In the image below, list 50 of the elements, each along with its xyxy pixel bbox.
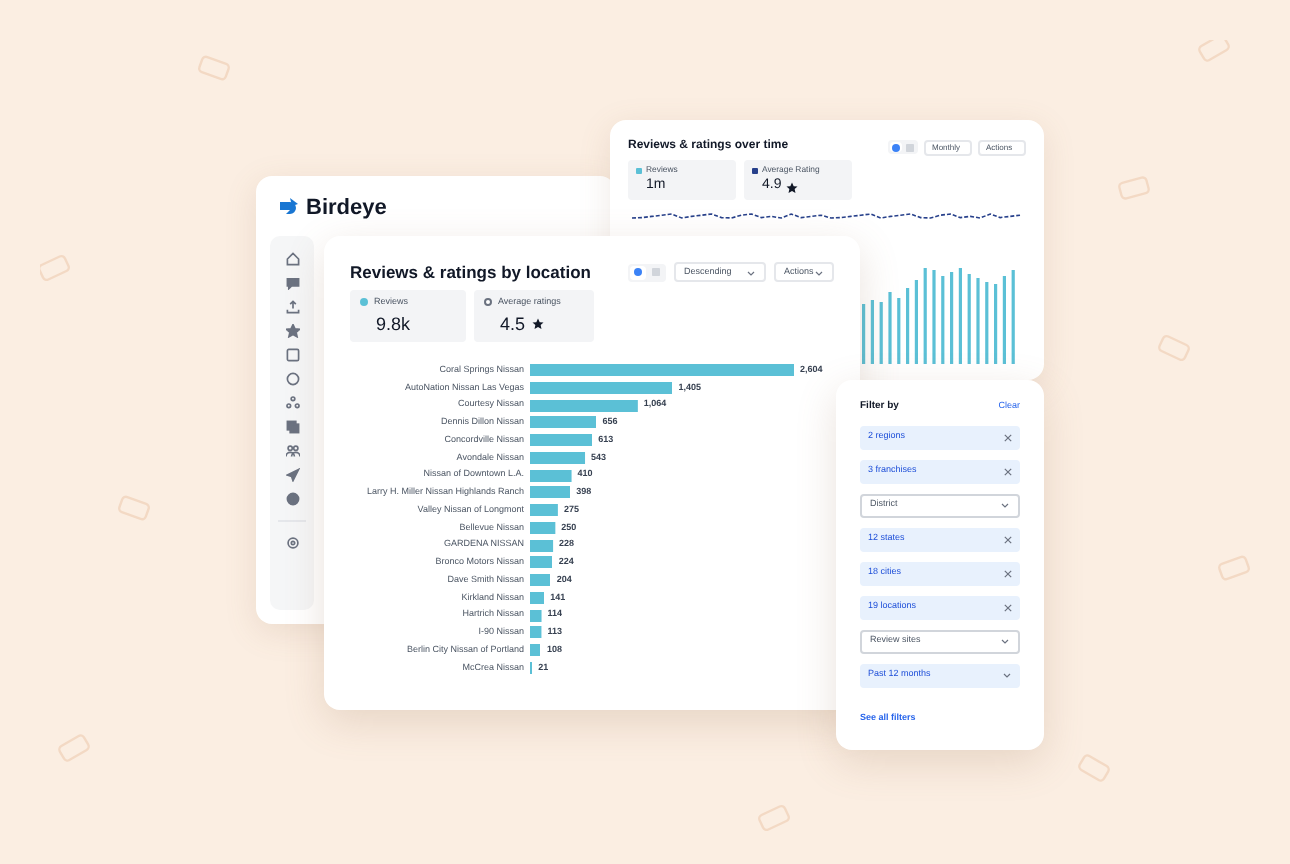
bar [530, 469, 572, 482]
pages-icon[interactable] [285, 420, 299, 434]
chat-bubble-icon[interactable] [285, 276, 299, 290]
close-icon [1004, 569, 1012, 577]
bar [530, 451, 586, 464]
circle-icon[interactable] [285, 372, 299, 386]
bar [530, 521, 556, 534]
bar [530, 626, 542, 639]
chevron-down-icon [1000, 636, 1010, 646]
bar [530, 644, 541, 657]
bar [530, 591, 545, 604]
bar [530, 434, 593, 447]
close-icon [1004, 433, 1012, 441]
bar [530, 486, 571, 499]
close-icon [1004, 467, 1012, 475]
square-icon[interactable] [285, 348, 299, 362]
chart-title: Reviews & ratings by location [350, 260, 591, 286]
dot-icon [892, 143, 900, 151]
bar [530, 381, 673, 394]
close-icon [1004, 603, 1012, 611]
bar [530, 574, 551, 587]
home-icon[interactable] [285, 252, 299, 266]
people-icon[interactable] [285, 444, 299, 458]
settings-icon[interactable] [285, 536, 299, 550]
bar [530, 556, 553, 569]
bar [530, 609, 542, 622]
upload-icon[interactable] [285, 300, 299, 314]
chart-view-button[interactable] [890, 142, 902, 152]
chart-view-button[interactable] [630, 265, 646, 280]
bird-logo-icon [280, 198, 300, 219]
bar [530, 416, 597, 429]
star-icon[interactable] [285, 324, 299, 338]
radio-button[interactable] [484, 298, 492, 307]
radio-button[interactable] [360, 298, 368, 307]
chevron-down-icon [1000, 500, 1010, 510]
stat-value: 4.5 [500, 311, 526, 337]
grid-icon [652, 268, 660, 277]
dot-icon [634, 268, 642, 277]
bar [530, 504, 558, 517]
grid-icon [906, 143, 914, 151]
brand-name: Birdeye [306, 194, 387, 224]
chevron-down-icon [746, 267, 756, 278]
send-icon[interactable] [285, 468, 299, 482]
nodes-icon[interactable] [285, 396, 299, 410]
bar [530, 539, 554, 552]
stat-value: 9.8k [376, 311, 411, 337]
bar [530, 399, 638, 412]
close-icon [1004, 535, 1012, 543]
chevron-down-icon [814, 267, 824, 278]
chevron-down-icon [1002, 670, 1012, 680]
